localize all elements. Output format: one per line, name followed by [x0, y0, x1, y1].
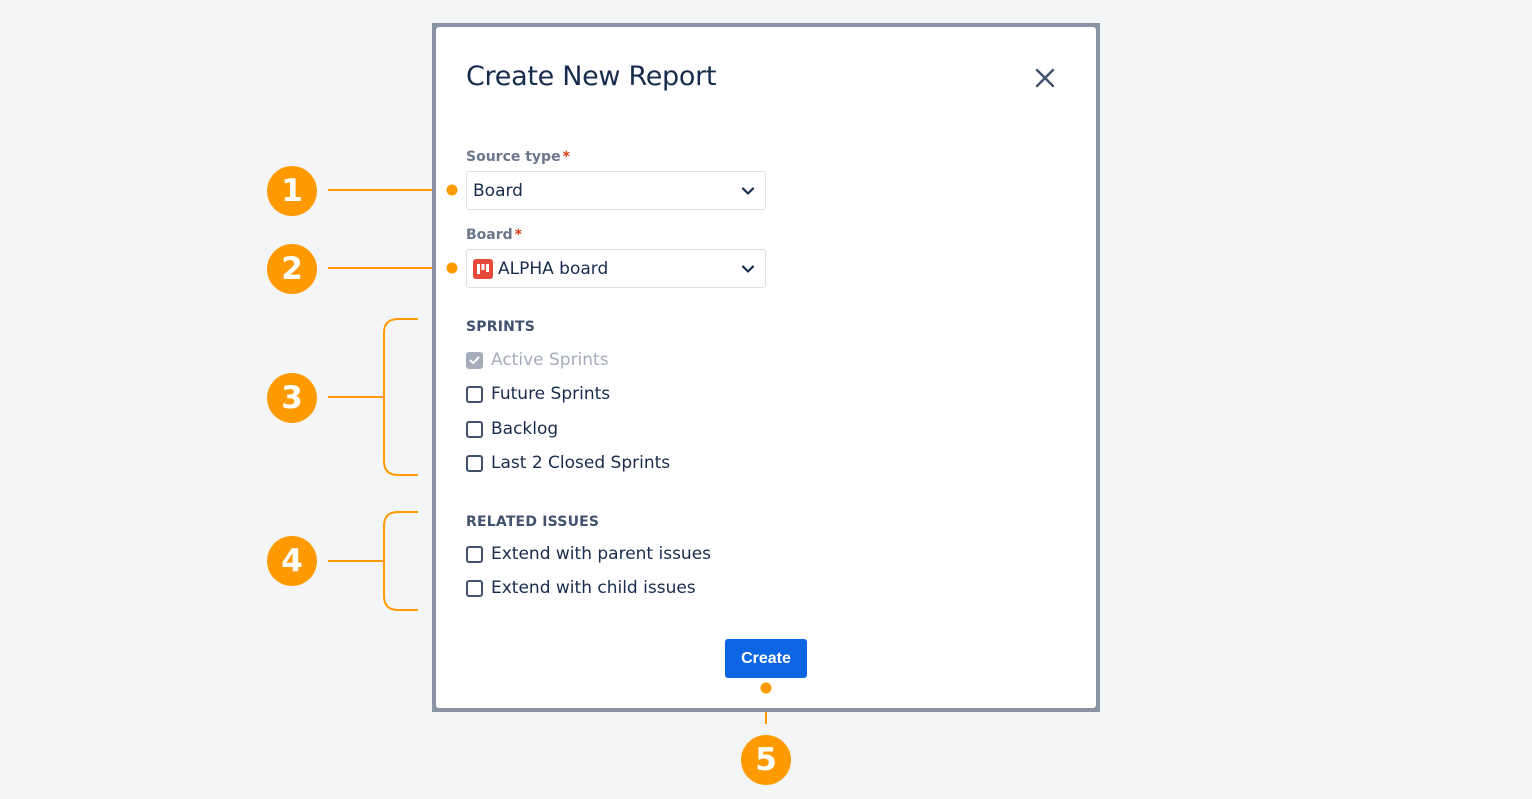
- callout-1-dot: [446, 184, 458, 196]
- callout-badge-5: 5: [741, 735, 791, 785]
- callout-badge-1: 1: [267, 166, 317, 216]
- callout-badge-3: 3: [267, 373, 317, 423]
- callout-5-dot: [760, 682, 772, 694]
- callout-badge-2: 2: [267, 244, 317, 294]
- annotation-dots: [446, 184, 772, 694]
- callout-badge-4: 4: [267, 536, 317, 586]
- callout-2-dot: [446, 262, 458, 274]
